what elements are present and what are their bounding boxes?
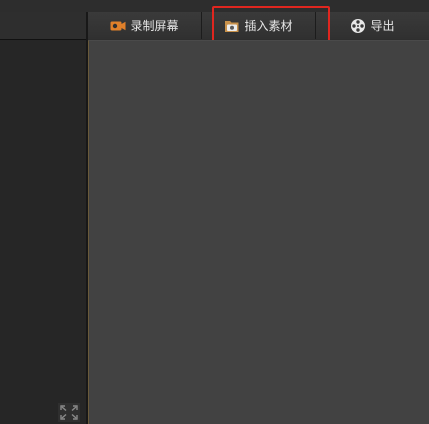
- tab-insert-media[interactable]: 插入素材: [202, 12, 316, 39]
- record-camera-icon: [110, 20, 126, 32]
- insert-media-icon: [224, 19, 240, 33]
- fullscreen-icon: [60, 405, 78, 420]
- top-strip: [0, 0, 429, 12]
- tab-export[interactable]: 导出: [316, 12, 429, 39]
- left-panel: [0, 40, 86, 424]
- tab-export-label: 导出: [370, 19, 395, 33]
- app-window: 录制屏幕 插入素材 导出: [0, 0, 429, 424]
- fullscreen-button[interactable]: [58, 403, 80, 422]
- preview-canvas[interactable]: [88, 40, 429, 424]
- tab-record-screen-label: 录制屏幕: [130, 19, 179, 33]
- film-reel-icon: [350, 18, 366, 34]
- tab-insert-media-label: 插入素材: [244, 19, 293, 33]
- tab-record-screen[interactable]: 录制屏幕: [88, 12, 202, 39]
